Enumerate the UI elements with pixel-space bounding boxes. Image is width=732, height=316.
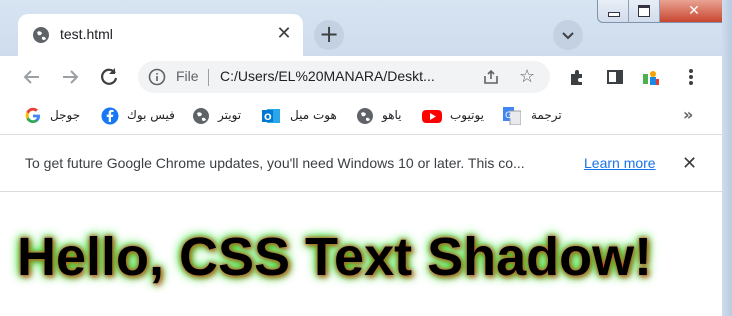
globe-icon [356, 107, 374, 125]
back-button[interactable] [20, 65, 44, 89]
forward-button[interactable] [58, 65, 82, 89]
bookmarks-overflow-chevron-icon[interactable]: » [683, 105, 693, 124]
svg-text:G: G [505, 111, 512, 121]
kebab-menu-icon[interactable] [688, 68, 694, 86]
minimize-icon [608, 12, 620, 17]
browser-window: test.html ✕ + ✕ File C:/Users/EL%20MANAR… [0, 0, 732, 316]
bookmark-twitter[interactable]: تويتر [192, 107, 252, 125]
tab-search-button[interactable] [553, 20, 583, 50]
globe-icon [192, 107, 210, 125]
address-bar[interactable]: File C:/Users/EL%20MANARA/Deskt... ☆ [138, 61, 550, 93]
infobar-close-icon[interactable]: ✕ [682, 153, 697, 174]
tab-close-icon[interactable]: ✕ [275, 25, 293, 43]
window-right-border [722, 0, 732, 316]
tab-title: test.html [60, 26, 113, 42]
window-close-button[interactable]: ✕ [660, 0, 728, 22]
bookmark-label: يوتيوب [450, 108, 484, 122]
side-panel-icon[interactable] [606, 68, 624, 86]
svg-text:O: O [264, 113, 272, 123]
bookmark-translate[interactable]: G ترجمة [503, 107, 567, 126]
close-icon: ✕ [688, 3, 700, 19]
bookmark-label: ياهو [382, 108, 402, 122]
update-infobar: To get future Google Chrome updates, you… [0, 135, 722, 192]
learn-more-link[interactable]: Learn more [584, 155, 656, 171]
bookmark-label: فيس بوك [127, 108, 175, 122]
arrow-right-icon [63, 70, 79, 84]
bookmark-label: تويتر [218, 108, 242, 122]
profile-avatar-icon[interactable] [641, 68, 659, 86]
info-icon[interactable] [148, 68, 166, 86]
bookmark-facebook[interactable]: فيس بوك [101, 107, 181, 125]
bookmark-label: جوجل [50, 108, 81, 122]
url-scheme-label: File [176, 68, 199, 84]
new-tab-button[interactable]: + [314, 20, 344, 50]
star-icon[interactable]: ☆ [519, 66, 535, 87]
infobar-message: To get future Google Chrome updates, you… [25, 155, 525, 171]
bookmark-yahoo[interactable]: ياهو [356, 107, 406, 125]
globe-icon [32, 26, 50, 44]
page-heading: Hello, CSS Text Shadow! [17, 227, 653, 287]
puzzle-extensions-icon[interactable] [568, 68, 586, 86]
share-icon[interactable] [482, 68, 500, 86]
maximize-icon [638, 5, 650, 17]
bookmark-label: هوت ميل [290, 108, 337, 122]
toolbar: File C:/Users/EL%20MANARA/Deskt... ☆ [0, 56, 722, 98]
bookmark-hotmail[interactable]: O هوت ميل [262, 107, 342, 125]
bookmark-google[interactable]: جوجل [24, 107, 88, 125]
bookmarks-bar: G ترجمة يوتيوب ياهو O هوت ميل تويتر فيس … [0, 98, 722, 135]
url-text[interactable]: C:/Users/EL%20MANARA/Deskt... [220, 68, 435, 84]
omnibox-separator [208, 69, 209, 86]
page-content: Hello, CSS Text Shadow! [0, 192, 722, 316]
bookmark-label: ترجمة [531, 108, 562, 122]
facebook-icon [101, 107, 119, 125]
arrow-left-icon [23, 70, 39, 84]
youtube-icon [422, 107, 442, 125]
google-icon [24, 107, 42, 125]
chevron-down-icon [562, 32, 574, 40]
tab-test-html[interactable]: test.html ✕ [18, 14, 303, 56]
reload-button[interactable] [97, 65, 121, 89]
reload-icon [101, 68, 118, 85]
outlook-icon: O [262, 107, 280, 125]
window-controls: ✕ [597, 0, 729, 23]
minimize-button[interactable] [598, 0, 629, 22]
maximize-button[interactable] [629, 0, 660, 22]
tab-strip: test.html ✕ + ✕ [0, 0, 732, 56]
google-translate-icon: G [503, 107, 522, 126]
bookmark-youtube[interactable]: يوتيوب [422, 107, 492, 125]
